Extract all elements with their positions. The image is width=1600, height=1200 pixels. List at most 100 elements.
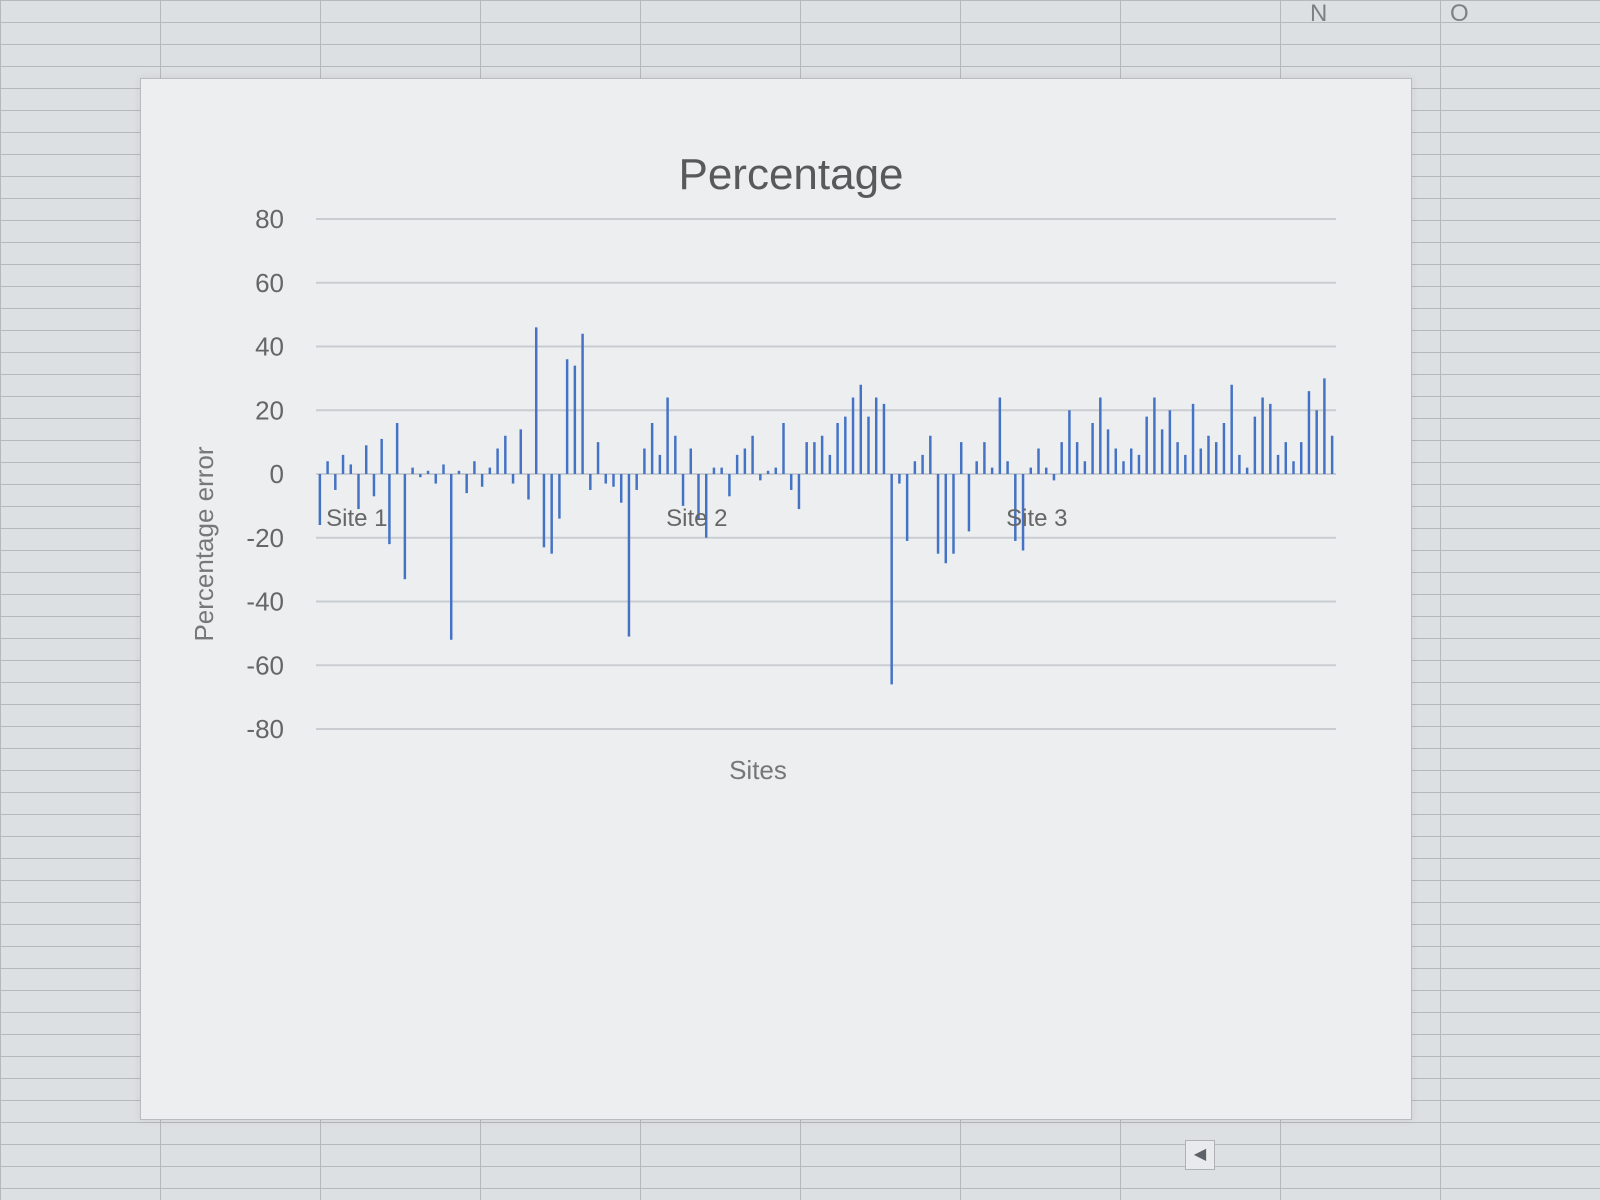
data-bar[interactable] <box>442 464 445 474</box>
data-bar[interactable] <box>1269 403 1272 474</box>
data-bar[interactable] <box>403 474 407 580</box>
data-bar[interactable] <box>859 384 863 474</box>
data-bar[interactable] <box>1284 442 1288 474</box>
data-bar[interactable] <box>905 474 909 541</box>
data-bar[interactable] <box>504 435 507 474</box>
data-bar[interactable] <box>1029 467 1033 474</box>
data-bar[interactable] <box>998 397 1002 475</box>
data-bar[interactable] <box>743 448 747 475</box>
data-bar[interactable] <box>1253 416 1257 474</box>
data-bar[interactable] <box>1299 442 1303 474</box>
data-bar[interactable] <box>1307 391 1311 474</box>
data-bar[interactable] <box>388 474 391 545</box>
data-bar[interactable] <box>836 423 839 474</box>
data-bar[interactable] <box>465 474 468 494</box>
data-bar[interactable] <box>1037 448 1040 475</box>
data-bar[interactable] <box>1114 448 1118 475</box>
data-bar[interactable] <box>364 445 368 474</box>
data-bar[interactable] <box>334 474 337 490</box>
data-bar[interactable] <box>820 435 824 474</box>
data-bar[interactable] <box>1207 435 1210 474</box>
data-bar[interactable] <box>735 454 739 474</box>
data-bar[interactable] <box>913 461 917 474</box>
data-bar[interactable] <box>1153 397 1156 475</box>
data-bar[interactable] <box>372 474 376 497</box>
data-bar[interactable] <box>1137 454 1141 474</box>
data-bar[interactable] <box>1006 461 1009 474</box>
data-bar[interactable] <box>774 467 778 474</box>
data-bar[interactable] <box>1052 474 1056 481</box>
data-bar[interactable] <box>983 442 986 474</box>
data-bar[interactable] <box>650 423 654 474</box>
data-bar[interactable] <box>380 438 383 474</box>
data-bar[interactable] <box>898 474 901 484</box>
data-bar[interactable] <box>488 467 492 474</box>
data-bar[interactable] <box>596 442 600 474</box>
data-bar[interactable] <box>318 474 322 525</box>
data-bar[interactable] <box>1160 429 1164 474</box>
data-bar[interactable] <box>480 474 484 487</box>
data-bar[interactable] <box>712 467 716 474</box>
data-bar[interactable] <box>1276 454 1280 474</box>
data-bar[interactable] <box>851 397 855 475</box>
data-bar[interactable] <box>1315 410 1318 474</box>
data-bar[interactable] <box>967 474 971 532</box>
data-bar[interactable] <box>720 467 723 474</box>
data-bar[interactable] <box>1083 461 1087 474</box>
data-bar[interactable] <box>990 467 994 474</box>
data-bar[interactable] <box>929 435 932 474</box>
data-bar[interactable] <box>1214 442 1218 474</box>
data-bar[interactable] <box>1168 410 1172 474</box>
data-bar[interactable] <box>1199 448 1203 475</box>
data-bar[interactable] <box>1060 442 1063 474</box>
data-bar[interactable] <box>813 442 816 474</box>
data-bar[interactable] <box>789 474 793 490</box>
data-bar[interactable] <box>766 470 770 474</box>
data-bar[interactable] <box>658 454 662 474</box>
data-bar[interactable] <box>542 474 546 548</box>
data-bar[interactable] <box>619 474 623 503</box>
data-bar[interactable] <box>1238 454 1241 474</box>
data-bar[interactable] <box>867 416 870 474</box>
data-bar[interactable] <box>882 403 886 474</box>
data-bar[interactable] <box>349 464 353 474</box>
data-bar[interactable] <box>1122 461 1125 474</box>
data-bar[interactable] <box>782 423 785 474</box>
data-bar[interactable] <box>751 435 754 474</box>
data-bar[interactable] <box>581 333 584 474</box>
data-bar[interactable] <box>1044 467 1048 474</box>
data-bar[interactable] <box>457 470 461 474</box>
data-bar[interactable] <box>527 474 530 500</box>
data-bar[interactable] <box>1145 416 1148 474</box>
data-bar[interactable] <box>952 474 955 554</box>
data-bar[interactable] <box>728 474 731 497</box>
data-bar[interactable] <box>326 461 329 474</box>
data-bar[interactable] <box>426 470 430 474</box>
data-bar[interactable] <box>975 461 978 474</box>
data-bar[interactable] <box>1230 384 1233 474</box>
data-bar[interactable] <box>828 454 832 474</box>
data-bar[interactable] <box>643 448 646 475</box>
data-bar[interactable] <box>1106 429 1110 474</box>
data-bar[interactable] <box>411 467 414 474</box>
data-bar[interactable] <box>689 448 693 475</box>
data-bar[interactable] <box>1292 461 1295 474</box>
data-bar[interactable] <box>473 461 476 474</box>
data-bar[interactable] <box>1099 397 1102 475</box>
data-bar[interactable] <box>1330 435 1334 474</box>
data-bar[interactable] <box>511 474 515 484</box>
data-bar[interactable] <box>1323 378 1326 474</box>
data-bar[interactable] <box>341 454 345 474</box>
data-bar[interactable] <box>844 416 847 474</box>
data-bar[interactable] <box>565 359 569 474</box>
data-bar[interactable] <box>357 474 360 510</box>
column-header-o[interactable]: O <box>1450 0 1469 27</box>
data-bar[interactable] <box>589 474 592 490</box>
data-bar[interactable] <box>395 423 399 474</box>
data-bar[interactable] <box>1068 410 1071 474</box>
data-bar[interactable] <box>419 474 422 478</box>
data-bar[interactable] <box>434 474 438 484</box>
data-bar[interactable] <box>874 397 878 475</box>
data-bar[interactable] <box>627 474 631 637</box>
data-bar[interactable] <box>959 442 963 474</box>
